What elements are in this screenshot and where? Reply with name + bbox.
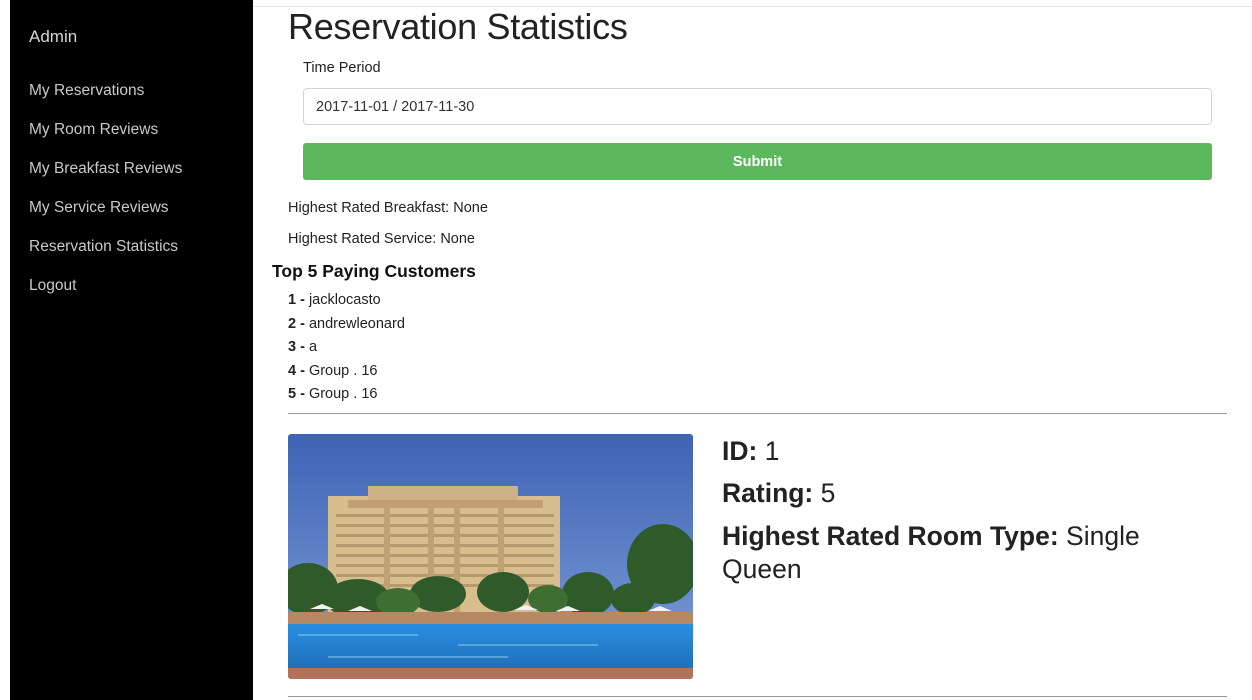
sidebar-item-my-service-reviews[interactable]: My Service Reviews — [29, 198, 182, 237]
sidebar-nav: My Reservations My Room Reviews My Break… — [29, 81, 182, 315]
customer-rank: 3 - — [288, 339, 305, 355]
hotel-id-value: 1 — [757, 436, 780, 466]
time-period-input[interactable] — [303, 88, 1212, 125]
top-customers-heading: Top 5 Paying Customers — [272, 261, 476, 281]
time-period-label: Time Period — [303, 60, 381, 76]
customer-name: a — [304, 339, 318, 355]
customer-rank: 5 - — [288, 386, 305, 402]
submit-button[interactable]: Submit — [303, 143, 1212, 180]
highest-rated-room-type: Highest Rated Room Type: Single Queen — [722, 520, 1222, 586]
customer-name: Group . 16 — [304, 386, 378, 402]
hotel-rating: Rating: 5 — [722, 478, 835, 509]
hotel-photo-illustration — [288, 434, 693, 679]
hotel-id: ID: 1 — [722, 436, 779, 467]
sidebar-item-logout[interactable]: Logout — [29, 276, 182, 315]
sidebar-item-my-reservations[interactable]: My Reservations — [29, 81, 182, 120]
window-edge — [0, 0, 10, 700]
list-item: 1 - jacklocasto — [288, 291, 405, 315]
sidebar-item-my-breakfast-reviews[interactable]: My Breakfast Reviews — [29, 159, 182, 198]
hotel-image — [288, 434, 693, 679]
top-customers-list: 1 - jacklocasto 2 - andrewleonard 3 - a … — [288, 291, 405, 409]
sidebar-item-reservation-statistics[interactable]: Reservation Statistics — [29, 237, 182, 276]
sidebar-item-my-room-reviews[interactable]: My Room Reviews — [29, 120, 182, 159]
sidebar-brand[interactable]: Admin — [29, 27, 77, 47]
hotel-rating-value: 5 — [813, 478, 836, 508]
customer-rank: 2 - — [288, 315, 305, 332]
list-item: 3 - a — [288, 338, 405, 362]
list-item: 5 - Group . 16 — [288, 385, 405, 409]
hotel-id-label: ID: — [722, 436, 758, 466]
sidebar: Admin My Reservations My Room Reviews My… — [10, 0, 253, 700]
customer-rank: 1 - — [288, 292, 305, 308]
customer-name: Group . 16 — [304, 362, 378, 379]
highest-rated-service: Highest Rated Service: None — [288, 231, 475, 247]
customer-name: andrewleonard — [304, 315, 405, 332]
customer-name: jacklocasto — [304, 292, 381, 308]
section-divider — [288, 696, 1227, 697]
highest-rated-breakfast: Highest Rated Breakfast: None — [288, 200, 488, 216]
customer-rank: 4 - — [288, 362, 305, 379]
main-content: Reservation Statistics Time Period Submi… — [253, 0, 1252, 700]
page-title: Reservation Statistics — [288, 6, 628, 47]
list-item: 2 - andrewleonard — [288, 315, 405, 339]
room-type-label: Highest Rated Room Type: — [722, 521, 1059, 551]
hotel-rating-label: Rating: — [722, 478, 814, 508]
list-item: 4 - Group . 16 — [288, 362, 405, 386]
section-divider — [288, 413, 1227, 414]
